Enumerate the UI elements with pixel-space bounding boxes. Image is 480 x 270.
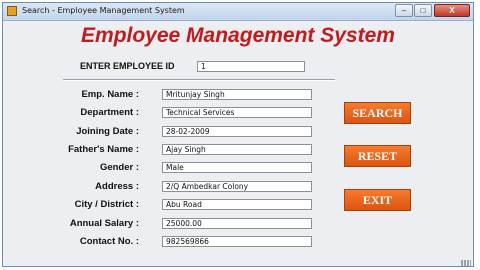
joining-date-label: Joining Date : — [76, 126, 139, 137]
gender-label: Gender : — [99, 162, 139, 173]
department-label: Department : — [80, 107, 139, 118]
resize-grip[interactable] — [461, 260, 471, 266]
employee-id-label: ENTER EMPLOYEE ID — [80, 61, 175, 71]
divider — [63, 79, 335, 81]
exit-button[interactable]: EXIT — [344, 189, 411, 211]
form-panel: Employee Management System ENTER EMPLOYE… — [3, 21, 473, 266]
title-bar[interactable]: Search - Employee Management System – □ … — [3, 3, 473, 21]
maximize-button[interactable]: □ — [414, 4, 432, 17]
reset-button[interactable]: RESET — [344, 145, 411, 167]
department-field[interactable]: Technical Services — [162, 107, 312, 118]
search-button[interactable]: SEARCH — [344, 102, 411, 124]
address-field[interactable]: 2/Q Ambedkar Colony — [162, 181, 312, 192]
city-district-field[interactable]: Abu Road — [162, 199, 312, 210]
minimize-button[interactable]: – — [395, 4, 413, 17]
window-title: Search - Employee Management System — [22, 6, 185, 15]
gender-field[interactable]: Male — [162, 162, 312, 173]
app-window: Search - Employee Management System – □ … — [2, 2, 474, 267]
page-title: Employee Management System — [81, 24, 395, 47]
annual-salary-label: Annual Salary : — [69, 218, 139, 229]
emp-name-label: Emp. Name : — [81, 89, 139, 100]
employee-id-input[interactable]: 1 — [197, 61, 305, 72]
annual-salary-field[interactable]: 25000.00 — [162, 218, 312, 229]
java-cup-icon — [7, 6, 17, 16]
contact-no-label: Contact No. : — [79, 236, 139, 247]
fathers-name-field[interactable]: Ajay Singh — [162, 144, 312, 155]
close-button[interactable]: X — [434, 4, 470, 17]
address-label: Address : — [95, 181, 139, 192]
fathers-name-label: Father's Name : — [68, 144, 139, 155]
joining-date-field[interactable]: 28-02-2009 — [162, 126, 312, 137]
emp-name-field[interactable]: Mritunjay Singh — [162, 89, 312, 100]
city-district-label: City / District : — [74, 199, 139, 210]
contact-no-field[interactable]: 982569866 — [162, 236, 312, 247]
